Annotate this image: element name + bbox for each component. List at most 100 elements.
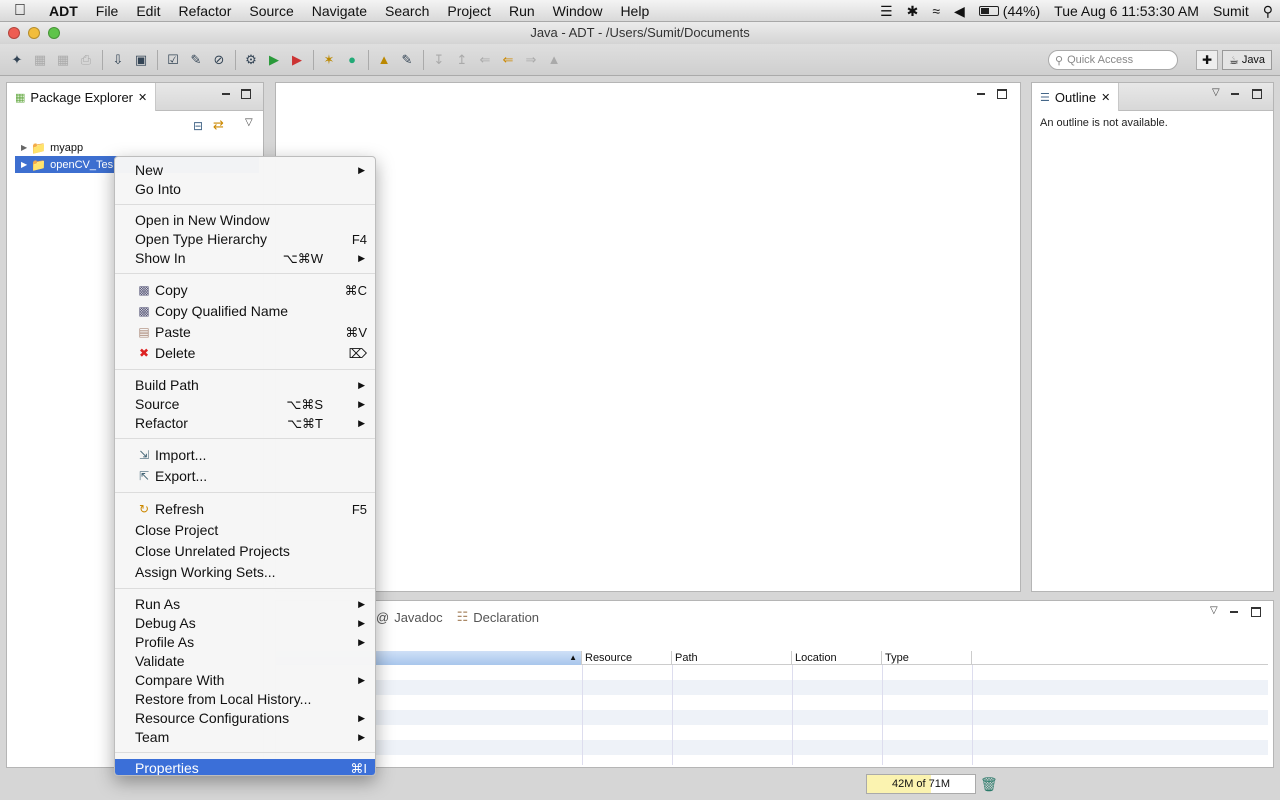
- view-menu-icon[interactable]: ▽: [1212, 87, 1220, 98]
- bluetooth-icon[interactable]: ✱: [900, 3, 926, 20]
- last-edit-icon[interactable]: ⇐: [474, 49, 496, 71]
- new-class-icon[interactable]: ✶: [318, 49, 340, 71]
- menu-item-go-into[interactable]: Go Into: [115, 180, 375, 199]
- menu-item-run-as[interactable]: Run As ▶: [115, 595, 375, 614]
- expand-icon[interactable]: ▶: [21, 160, 27, 169]
- package-explorer-tab[interactable]: ▦ Package Explorer ✕: [7, 83, 157, 111]
- quick-access-field[interactable]: ⚲ Quick Access: [1048, 50, 1178, 70]
- battery-indicator[interactable]: (44%): [972, 3, 1047, 19]
- skip-breakpoints-icon[interactable]: ⊘: [208, 49, 230, 71]
- minimize-view-button[interactable]: [221, 89, 231, 99]
- menu-item-paste[interactable]: ▤ Paste ⌘V: [115, 322, 375, 343]
- print-icon[interactable]: ⎙: [75, 49, 97, 71]
- menu-item-refresh[interactable]: ↻ Refresh F5: [115, 499, 375, 520]
- close-tab-icon[interactable]: ✕: [138, 91, 147, 104]
- zoom-window-button[interactable]: [48, 27, 60, 39]
- open-perspective-icon[interactable]: ✚: [1196, 50, 1218, 70]
- menu-item-open-type-hierarchy[interactable]: Open Type Hierarchy F4: [115, 230, 375, 249]
- menu-refactor[interactable]: Refactor: [169, 3, 240, 19]
- next-annotation-icon[interactable]: ↧: [428, 49, 450, 71]
- menu-file[interactable]: File: [87, 3, 128, 19]
- menu-window[interactable]: Window: [544, 3, 612, 19]
- menu-item-import[interactable]: ⇲ Import...: [115, 445, 375, 466]
- new-android-project-icon[interactable]: ✎: [185, 49, 207, 71]
- layers-icon[interactable]: ☰: [873, 3, 900, 20]
- menu-item-copy[interactable]: ▩ Copy ⌘C: [115, 280, 375, 301]
- menu-item-new[interactable]: New ▶: [115, 161, 375, 180]
- java-perspective-button[interactable]: ☕ Java: [1222, 50, 1272, 70]
- menu-item-close-project[interactable]: Close Project: [115, 520, 375, 541]
- menu-item-validate[interactable]: Validate: [115, 652, 375, 671]
- menu-item-properties[interactable]: Properties ⌘I: [115, 759, 375, 775]
- run-icon[interactable]: ▶: [263, 49, 285, 71]
- link-with-editor-icon[interactable]: ⇄: [213, 117, 224, 133]
- menu-item-compare-with[interactable]: Compare With ▶: [115, 671, 375, 690]
- tree-item-myapp[interactable]: ▶ 📁 myapp: [15, 139, 259, 156]
- menu-item-team[interactable]: Team ▶: [115, 728, 375, 747]
- open-type-icon[interactable]: ▲: [373, 49, 395, 71]
- menu-item-assign-working-sets[interactable]: Assign Working Sets...: [115, 562, 375, 583]
- menu-search[interactable]: Search: [376, 3, 438, 19]
- outline-tab[interactable]: ☰ Outline ✕: [1032, 83, 1120, 111]
- clock[interactable]: Tue Aug 6 11:53:30 AM: [1047, 3, 1206, 19]
- heap-status[interactable]: 42M of 71M: [866, 774, 976, 794]
- volume-icon[interactable]: ◀: [947, 3, 972, 20]
- wifi-icon[interactable]: ≈: [925, 3, 947, 19]
- maximize-view-button[interactable]: [241, 89, 251, 99]
- menu-project[interactable]: Project: [438, 3, 500, 19]
- back-icon[interactable]: ⇐: [497, 49, 519, 71]
- sdk-manager-icon[interactable]: ⇩: [107, 49, 129, 71]
- checklist-icon[interactable]: ☑: [162, 49, 184, 71]
- menu-item-source[interactable]: Source ⌥⌘S ▶: [115, 395, 375, 414]
- menu-item-build-path[interactable]: Build Path ▶: [115, 376, 375, 395]
- collapse-all-icon[interactable]: ⊟: [193, 119, 203, 133]
- menu-item-resource-configurations[interactable]: Resource Configurations ▶: [115, 709, 375, 728]
- menu-item-export[interactable]: ⇱ Export...: [115, 466, 375, 487]
- menu-app[interactable]: ADT: [40, 3, 87, 19]
- avd-manager-icon[interactable]: ▣: [130, 49, 152, 71]
- search-tool-icon[interactable]: ✎: [396, 49, 418, 71]
- tab-declaration[interactable]: ☷ Declaration: [457, 609, 539, 625]
- pin-editor-icon[interactable]: ▲: [543, 49, 565, 71]
- run-gc-icon[interactable]: 🗑: [980, 776, 998, 793]
- column-location[interactable]: Location: [792, 651, 882, 665]
- expand-icon[interactable]: ▶: [21, 143, 27, 152]
- column-type[interactable]: Type: [882, 651, 972, 665]
- editor-area[interactable]: [275, 82, 1021, 592]
- close-tab-icon[interactable]: ✕: [1101, 91, 1110, 104]
- user-name[interactable]: Sumit: [1206, 3, 1256, 19]
- tab-javadoc[interactable]: @ Javadoc: [376, 609, 443, 625]
- apple-icon[interactable]: : [0, 2, 40, 20]
- save-all-icon[interactable]: ▦: [52, 49, 74, 71]
- menu-edit[interactable]: Edit: [127, 3, 169, 19]
- minimize-window-button[interactable]: [28, 27, 40, 39]
- maximize-view-button[interactable]: [1252, 89, 1262, 99]
- menu-item-delete[interactable]: ✖ Delete ⌦: [115, 343, 375, 364]
- spotlight-icon[interactable]: ⚲: [1256, 3, 1280, 20]
- new-icon[interactable]: ✦: [6, 49, 28, 71]
- menu-item-copy-qualified-name[interactable]: ▩ Copy Qualified Name: [115, 301, 375, 322]
- view-menu-icon[interactable]: ▽: [245, 117, 253, 128]
- debug-icon[interactable]: ⚙: [240, 49, 262, 71]
- column-path[interactable]: Path: [672, 651, 792, 665]
- close-window-button[interactable]: [8, 27, 20, 39]
- maximize-view-button[interactable]: [1251, 607, 1261, 617]
- menu-item-refactor[interactable]: Refactor ⌥⌘T ▶: [115, 414, 375, 433]
- maximize-editor-button[interactable]: [997, 89, 1007, 99]
- forward-icon[interactable]: ⇒: [520, 49, 542, 71]
- menu-item-open-in-new-window[interactable]: Open in New Window: [115, 211, 375, 230]
- save-icon[interactable]: ▦: [29, 49, 51, 71]
- minimize-editor-button[interactable]: [976, 89, 986, 99]
- minimize-view-button[interactable]: [1230, 89, 1240, 99]
- menu-run[interactable]: Run: [500, 3, 544, 19]
- menu-item-profile-as[interactable]: Profile As ▶: [115, 633, 375, 652]
- new-type-icon[interactable]: ●: [341, 49, 363, 71]
- menu-item-close-unrelated-projects[interactable]: Close Unrelated Projects: [115, 541, 375, 562]
- menu-item-debug-as[interactable]: Debug As ▶: [115, 614, 375, 633]
- column-resource[interactable]: Resource: [582, 651, 672, 665]
- view-menu-icon[interactable]: ▽: [1210, 605, 1218, 616]
- prev-annotation-icon[interactable]: ↥: [451, 49, 473, 71]
- minimize-view-button[interactable]: [1229, 607, 1239, 617]
- menu-help[interactable]: Help: [611, 3, 658, 19]
- run-external-icon[interactable]: ▶: [286, 49, 308, 71]
